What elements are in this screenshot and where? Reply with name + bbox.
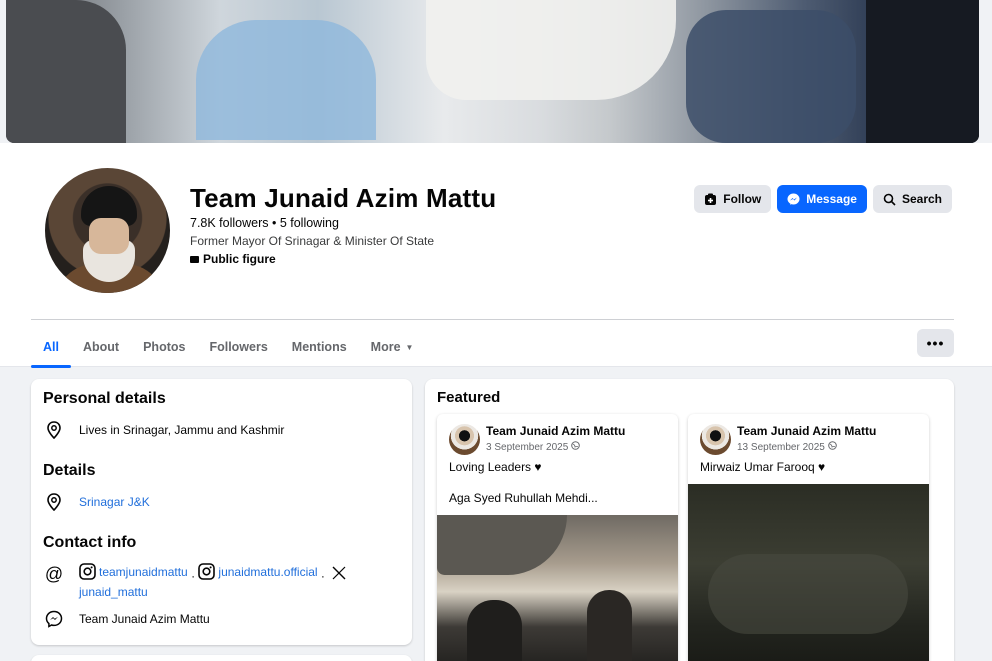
avatar-face: [89, 218, 129, 254]
follow-label: Follow: [723, 192, 762, 206]
post-avatar[interactable]: [700, 424, 731, 455]
cover-figure: [196, 20, 376, 140]
contact-info-title: Contact info: [43, 534, 137, 551]
cover-figure: [426, 0, 676, 100]
instagram-handle-2: junaidmattu.official: [218, 564, 318, 579]
lives-in-row: Lives in Srinagar, Jammu and Kashmir: [43, 419, 284, 441]
tab-followers[interactable]: Followers: [197, 327, 279, 367]
caret-down-icon: ▼: [405, 342, 414, 352]
cover-photo[interactable]: [6, 0, 979, 143]
featured-card: Featured Team Junaid Azim Mattu 3 Septem…: [425, 379, 954, 661]
instagram-handle-1: teamjunaidmattu: [99, 564, 188, 579]
social-links-row: @ teamjunaidmattu · junaidmattu.official…: [43, 563, 379, 600]
location-row: Srinagar J&K: [43, 491, 150, 513]
post-image[interactable]: [437, 515, 678, 661]
post-text-continued: Aga Syed Ruhullah Mehdi...: [449, 491, 598, 505]
post-author[interactable]: Team Junaid Azim Mattu: [486, 424, 625, 438]
instagram-link-1[interactable]: teamjunaidmattu: [79, 563, 188, 580]
instagram-icon: [198, 563, 216, 580]
messenger-row: Team Junaid Azim Mattu: [43, 608, 210, 630]
post-date-text: 3 September 2025: [486, 442, 569, 453]
messenger-name[interactable]: Team Junaid Azim Mattu: [79, 612, 210, 626]
profile-tabs: All About Photos Followers Mentions More…: [31, 327, 426, 368]
post-date-text: 13 September 2025: [737, 442, 825, 453]
featured-title: Featured: [437, 389, 501, 406]
tab-photos[interactable]: Photos: [131, 327, 197, 367]
profile-bio: Former Mayor Of Srinagar & Minister Of S…: [190, 234, 435, 248]
at-sign-icon: @: [44, 563, 64, 584]
location-link[interactable]: Srinagar J&K: [79, 495, 150, 509]
globe-icon: [571, 441, 580, 450]
instagram-icon: [79, 563, 96, 580]
next-card: [31, 655, 412, 661]
header-divider: [31, 319, 954, 320]
post-author[interactable]: Team Junaid Azim Mattu: [737, 424, 876, 438]
separator: ·: [191, 569, 196, 583]
details-title: Details: [43, 462, 96, 479]
messenger-icon: [787, 193, 800, 206]
profile-actions: Follow Message Search: [694, 185, 952, 213]
post-date: 13 September 2025: [737, 441, 837, 453]
x-icon: [332, 566, 346, 580]
image-figure: [437, 515, 567, 575]
tab-mentions[interactable]: Mentions: [280, 327, 359, 367]
tab-about[interactable]: About: [71, 327, 131, 367]
profile-name: Team Junaid Azim Mattu: [190, 183, 497, 213]
featured-post[interactable]: Team Junaid Azim Mattu 13 September 2025…: [688, 414, 929, 661]
search-button[interactable]: Search: [872, 185, 952, 213]
separator: ·: [320, 569, 325, 583]
profile-category: Public figure: [190, 252, 276, 266]
follow-icon: [704, 193, 717, 206]
social-links: teamjunaidmattu · junaidmattu.official ·…: [79, 563, 379, 600]
image-figure: [467, 600, 522, 661]
follower-stats[interactable]: 7.8K followers • 5 following: [190, 216, 339, 230]
image-figure: [587, 590, 632, 661]
lives-in-text: Lives in Srinagar, Jammu and Kashmir: [79, 423, 285, 437]
profile-avatar[interactable]: [42, 165, 173, 296]
cover-figure: [6, 0, 126, 143]
globe-icon: [827, 441, 837, 450]
location-pin-icon: [43, 419, 65, 441]
intro-card: Personal details Lives in Srinagar, Jamm…: [31, 379, 412, 645]
more-options-button[interactable]: •••: [917, 329, 954, 357]
message-label: Message: [806, 192, 857, 206]
search-label: Search: [901, 192, 942, 206]
messenger-icon: [43, 608, 65, 630]
category-label: Public figure: [203, 252, 276, 266]
featured-post[interactable]: Team Junaid Azim Mattu 3 September 2025 …: [437, 414, 678, 661]
post-text: Loving Leaders ♥: [449, 460, 542, 474]
tab-more-label: More: [370, 340, 401, 354]
cover-figure: [686, 10, 856, 143]
post-avatar[interactable]: [449, 424, 480, 455]
instagram-link-2[interactable]: junaidmattu.official: [198, 563, 318, 580]
search-icon: [883, 193, 896, 206]
cover-figure: [866, 0, 979, 143]
x-handle[interactable]: junaid_mattu: [79, 585, 148, 599]
tab-more[interactable]: More ▼: [359, 327, 426, 367]
tab-all[interactable]: All: [31, 327, 71, 368]
post-image[interactable]: [688, 484, 929, 661]
post-text: Mirwaiz Umar Farooq ♥: [700, 460, 826, 474]
post-date: 3 September 2025: [486, 441, 580, 453]
personal-details-title: Personal details: [43, 390, 166, 407]
image-figure: [708, 554, 908, 634]
location-pin-icon: [43, 491, 65, 513]
message-button[interactable]: Message: [777, 185, 867, 213]
follow-button[interactable]: Follow: [694, 185, 772, 213]
briefcase-icon: [190, 255, 199, 263]
